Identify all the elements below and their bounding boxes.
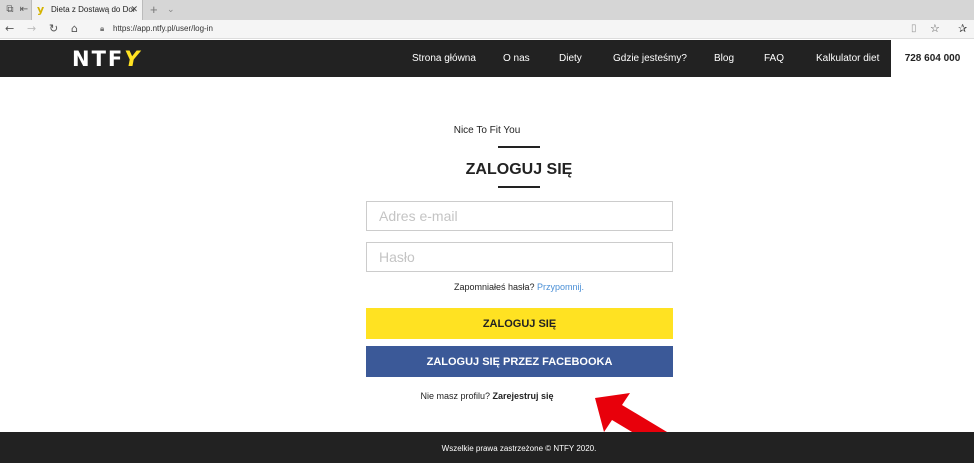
facebook-login-button[interactable]: ZALOGUJ SIĘ PRZEZ FACEBOOKA — [366, 346, 673, 377]
no-profile-text: Nie masz profilu? — [420, 391, 490, 401]
refresh-icon[interactable]: ↻ — [49, 22, 58, 36]
divider-top — [498, 146, 540, 148]
chevron-down-icon[interactable]: ⌄ — [167, 3, 175, 17]
site-footer: Wszelkie prawa zastrzeżone © NTFY 2020. — [0, 432, 974, 463]
email-field[interactable] — [366, 201, 673, 231]
phone-number[interactable]: 728 604 000 — [891, 52, 974, 65]
browser-tab-bar: ⧉ ⇤ y Dieta z Dostawą do Dor ✕ + ⌄ — [0, 0, 974, 20]
login-button[interactable]: ZALOGUJ SIĘ — [366, 308, 673, 339]
favorites-bar-icon[interactable]: ✰ — [958, 22, 967, 36]
register-row: Nie masz profilu? Zarejestruj się — [0, 390, 974, 402]
new-tab-icon[interactable]: + — [150, 2, 158, 18]
site-header: NTFY Strona główna O nas Diety Gdzie jes… — [0, 40, 974, 77]
forgot-password-row: Zapomniałeś hasła? Przypomnij. — [0, 281, 974, 293]
favorite-star-icon[interactable]: ☆ — [930, 22, 940, 36]
logo-accent: Y — [124, 47, 142, 71]
nav-link-diets[interactable]: Diety — [559, 52, 582, 65]
register-link[interactable]: Zarejestruj się — [493, 391, 554, 401]
tab-switcher-icon[interactable]: ⧉ — [4, 4, 16, 16]
url-field[interactable]: https://app.ntfy.pl/user/log-in — [113, 23, 213, 35]
browser-tab[interactable]: y Dieta z Dostawą do Dor ✕ — [31, 0, 143, 20]
nav-link-faq[interactable]: FAQ — [764, 52, 784, 65]
nav-link-diet-calculator[interactable]: Kalkulator diet — [816, 52, 879, 65]
tab-title: Dieta z Dostawą do Dor — [51, 5, 136, 14]
ntfy-logo[interactable]: NTFY — [72, 46, 141, 72]
home-icon[interactable]: ⌂ — [71, 22, 78, 36]
divider-bottom — [498, 186, 540, 188]
nav-link-about[interactable]: O nas — [503, 52, 530, 65]
nav-link-blog[interactable]: Blog — [714, 52, 734, 65]
page-title: ZALOGUJ SIĘ — [465, 161, 573, 178]
copyright-text: Wszelkie prawa zastrzeżone © NTFY 2020. — [441, 444, 597, 453]
tagline: Nice To Fit You — [453, 125, 521, 136]
remind-password-link[interactable]: Przypomnij. — [537, 282, 584, 292]
forgot-password-text: Zapomniałeś hasła? — [453, 282, 535, 292]
phone-box[interactable]: 728 604 000 — [891, 40, 974, 77]
address-bar-row: ← → ↻ ⌂ 🔒︎ https://app.ntfy.pl/user/log-… — [0, 20, 974, 39]
forward-icon[interactable]: → — [27, 22, 36, 36]
password-field[interactable] — [366, 242, 673, 272]
logo-text: NTF — [72, 47, 125, 71]
lock-icon: 🔒︎ — [100, 24, 105, 33]
nav-link-home[interactable]: Strona główna — [412, 52, 476, 65]
close-tab-icon[interactable]: ✕ — [130, 3, 138, 17]
site-favicon-icon: y — [37, 3, 45, 16]
reading-view-icon[interactable]: ▯ — [911, 22, 917, 36]
back-icon[interactable]: ← — [5, 22, 14, 36]
nav-link-locations[interactable]: Gdzie jesteśmy? — [613, 52, 687, 65]
set-aside-tabs-icon[interactable]: ⇤ — [18, 4, 30, 16]
